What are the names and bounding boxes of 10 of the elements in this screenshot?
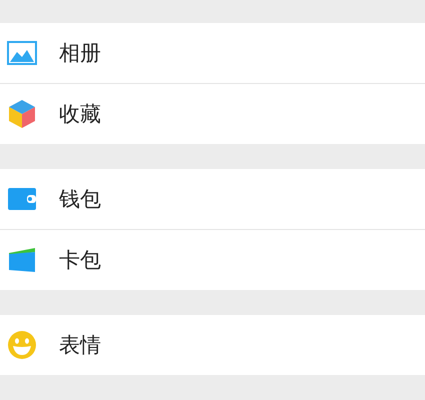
cube-icon (8, 99, 36, 129)
smiley-icon (7, 330, 37, 360)
wallet-icon (7, 187, 37, 211)
menu-item[interactable]: 表情 (0, 315, 425, 375)
card-icon (8, 247, 36, 273)
picture-icon (7, 41, 37, 65)
menu-item[interactable]: 卡包 (0, 229, 425, 290)
menu-item[interactable]: 收藏 (0, 83, 425, 144)
menu-item[interactable]: 钱包 (0, 169, 425, 229)
menu-item[interactable]: 相册 (0, 23, 425, 83)
